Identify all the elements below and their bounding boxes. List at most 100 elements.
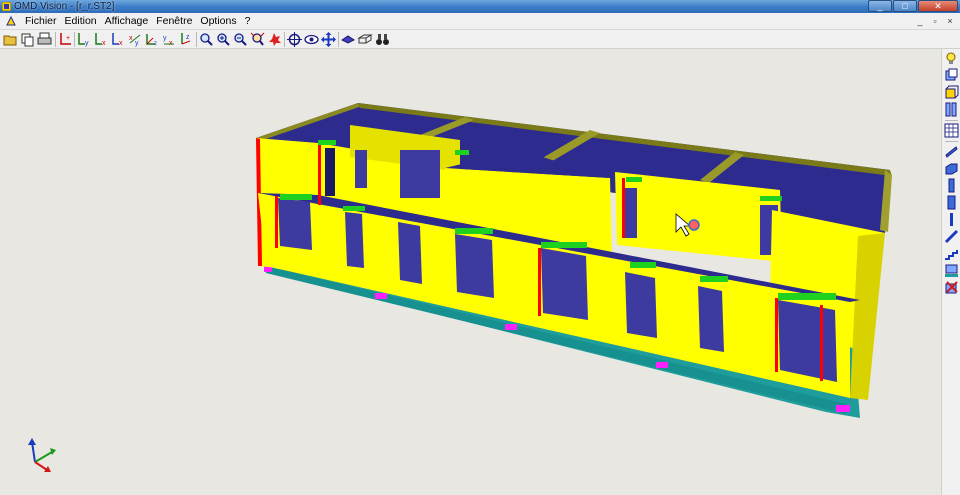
pan-icon[interactable]: [320, 31, 337, 48]
doc-restore-button[interactable]: ▫: [929, 15, 941, 27]
right-tool-palette: [941, 49, 960, 495]
doc-close-button[interactable]: ×: [944, 15, 956, 27]
close-button[interactable]: ✕: [918, 0, 958, 12]
palette-separator: [945, 120, 958, 121]
opening-ground: [778, 300, 837, 382]
menu-help[interactable]: ?: [241, 15, 255, 28]
eye-icon[interactable]: [303, 31, 320, 48]
lintel: [541, 242, 587, 248]
view-xy-icon[interactable]: x: [110, 31, 127, 48]
svg-text:y: y: [85, 40, 89, 47]
lintel: [455, 228, 493, 234]
toolbar-separator: [196, 32, 197, 47]
svg-text:x: x: [102, 40, 106, 47]
axis-triad: [28, 438, 56, 472]
window-title: OMD Vision - [r_r.ST2]: [14, 1, 115, 12]
explode-icon[interactable]: [266, 31, 283, 48]
menu-options[interactable]: Options: [196, 15, 240, 28]
wall-icon[interactable]: [944, 195, 959, 210]
lintel: [700, 276, 728, 282]
minimize-button[interactable]: _: [868, 0, 892, 12]
beam-icon[interactable]: [944, 144, 959, 159]
wall-edge-red: [775, 298, 778, 372]
copy-icon[interactable]: [19, 31, 36, 48]
opening-ground: [625, 272, 657, 338]
zoom-out-icon[interactable]: [232, 31, 249, 48]
opening-upper: [400, 150, 440, 198]
doc-minimize-button[interactable]: _: [914, 15, 926, 27]
svg-text:z: z: [186, 34, 190, 41]
view-zyx-icon[interactable]: z: [178, 31, 195, 48]
view-zx-icon[interactable]: x: [93, 31, 110, 48]
app-icon: [2, 2, 11, 11]
title-bar: OMD Vision - [r_r.ST2] _ □ ✕: [0, 0, 960, 13]
document-icon[interactable]: [6, 16, 16, 26]
view-zy-icon[interactable]: y: [76, 31, 93, 48]
lintel: [280, 194, 312, 200]
lintel: [455, 150, 469, 155]
menu-fenetre[interactable]: Fenêtre: [152, 15, 196, 28]
window-controls: _ □ ✕: [868, 0, 958, 12]
zoom-window-icon[interactable]: [198, 31, 215, 48]
layers-icon[interactable]: [944, 68, 959, 83]
wireframe-icon[interactable]: [357, 31, 374, 48]
pillar-icon[interactable]: [944, 212, 959, 227]
support-pad: [505, 324, 517, 330]
opening-ground: [698, 286, 724, 352]
support-pad: [656, 362, 668, 368]
foundation-icon[interactable]: [944, 263, 959, 278]
view-xyz-icon[interactable]: z: [144, 31, 161, 48]
menu-fichier[interactable]: Fichier: [21, 15, 61, 28]
building-model[interactable]: [0, 49, 941, 495]
slab-icon[interactable]: [944, 161, 959, 176]
toolbar: + y x x xy z yx z: [0, 30, 960, 49]
print-icon[interactable]: [36, 31, 53, 48]
toolbar-separator: [284, 32, 285, 47]
wall-edge-red: [820, 305, 823, 381]
maximize-button[interactable]: □: [893, 0, 917, 12]
lintel: [778, 293, 836, 300]
opening-ground: [278, 198, 312, 250]
zoom-in-icon[interactable]: [215, 31, 232, 48]
opening-ground: [541, 248, 588, 320]
wall-edge-red: [275, 196, 278, 248]
support-pad: [375, 293, 387, 299]
column-icon[interactable]: [944, 178, 959, 193]
menu-affichage[interactable]: Affichage: [101, 15, 153, 28]
opening-ground: [398, 222, 422, 284]
panels-icon[interactable]: [944, 102, 959, 117]
svg-text:y: y: [163, 35, 167, 42]
lintel: [318, 140, 336, 145]
delete-element-icon[interactable]: [944, 280, 959, 295]
brace-icon[interactable]: [944, 229, 959, 244]
opening-upper: [623, 188, 637, 238]
target-icon[interactable]: [286, 31, 303, 48]
palette-separator: [945, 141, 958, 142]
grid-icon[interactable]: [944, 123, 959, 138]
opening-upper: [355, 150, 367, 188]
lintel: [626, 177, 642, 182]
light-bulb-icon[interactable]: [944, 51, 959, 66]
menu-edition[interactable]: Edition: [61, 15, 101, 28]
open-icon[interactable]: [2, 31, 19, 48]
wall-edge-red: [622, 178, 625, 238]
lintel: [343, 206, 365, 211]
axis-icon[interactable]: +: [57, 31, 74, 48]
svg-text:y: y: [135, 40, 139, 47]
svg-text:z: z: [154, 41, 157, 47]
cube-icon[interactable]: [944, 85, 959, 100]
rotate-icon[interactable]: [340, 31, 357, 48]
document-window-controls: _ ▫ ×: [914, 15, 956, 27]
support-pad: [836, 405, 850, 412]
svg-text:+: +: [66, 35, 70, 42]
binoculars-icon[interactable]: [374, 31, 391, 48]
toolbar-separator: [338, 32, 339, 47]
view-yx-icon[interactable]: xy: [127, 31, 144, 48]
lintel: [760, 196, 782, 201]
3d-viewport[interactable]: [0, 49, 941, 495]
opening-ground: [455, 234, 494, 298]
stair-icon[interactable]: [944, 246, 959, 261]
zoom-extents-icon[interactable]: [249, 31, 266, 48]
view-yz-icon[interactable]: yx: [161, 31, 178, 48]
wall-edge-red: [538, 248, 541, 316]
